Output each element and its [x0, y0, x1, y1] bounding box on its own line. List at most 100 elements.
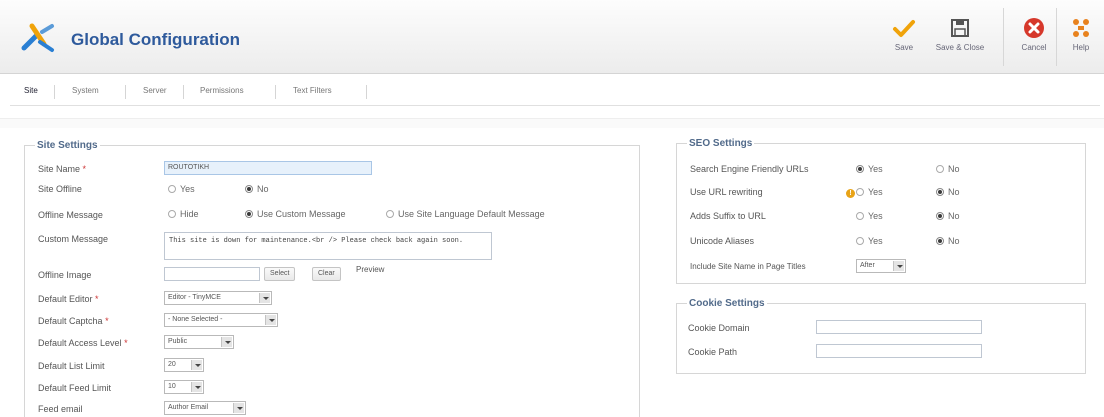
radio-label: Yes [868, 187, 883, 197]
unicode-aliases-no-radio[interactable]: No [936, 236, 960, 246]
radio-dot-selected [245, 210, 253, 218]
radio-dot-selected [245, 185, 253, 193]
chevron-down-icon [893, 261, 904, 271]
chevron-down-icon [191, 382, 202, 392]
tab-divider [366, 85, 367, 99]
select-value: After [860, 262, 875, 269]
chevron-down-icon [259, 293, 270, 303]
required-marker: * [124, 338, 128, 348]
save-and-close-button[interactable]: Save & Close [932, 16, 988, 52]
tab-server[interactable]: Server [143, 86, 167, 95]
site-name-in-titles-label: Include Site Name in Page Titles [690, 262, 806, 271]
feed-email-label: Feed email [38, 404, 83, 414]
radio-dot [856, 212, 864, 220]
offline-message-custom-radio[interactable]: Use Custom Message [245, 209, 346, 219]
default-editor-select[interactable]: Editor - TinyMCE [164, 291, 272, 305]
sef-urls-yes-radio[interactable]: Yes [856, 164, 883, 174]
feed-email-select[interactable]: Author Email [164, 401, 246, 415]
default-captcha-label-text: Default Captcha [38, 316, 103, 326]
default-access-level-label-text: Default Access Level [38, 338, 122, 348]
radio-label: No [948, 187, 960, 197]
cookie-domain-input[interactable] [816, 320, 982, 334]
default-captcha-label: Default Captcha * [38, 316, 109, 326]
radio-dot [856, 188, 864, 196]
cookie-settings-fieldset: Cookie Settings [676, 298, 1086, 374]
tab-divider [275, 85, 276, 99]
toolbar-divider [1056, 8, 1057, 66]
cancel-button[interactable]: Cancel [1018, 16, 1050, 52]
sef-urls-label: Search Engine Friendly URLs [690, 164, 809, 174]
default-list-limit-select[interactable]: 20 [164, 358, 204, 372]
save-label: Save [894, 43, 914, 52]
offline-image-select-button[interactable]: Select [264, 267, 296, 281]
select-value: Public [168, 338, 188, 345]
offline-message-default-radio[interactable]: Use Site Language Default Message [386, 209, 545, 219]
required-marker: * [95, 294, 99, 304]
default-list-limit-label: Default List Limit [38, 361, 105, 371]
default-feed-limit-label: Default Feed Limit [38, 383, 112, 393]
custom-message-textarea[interactable]: This site is down for maintenance.<br />… [164, 232, 492, 260]
select-value: - None Selected - [168, 316, 223, 323]
radio-label: No [948, 164, 960, 174]
chevron-down-icon [265, 315, 276, 325]
save-icon [951, 19, 969, 37]
site-name-in-titles-select[interactable]: After [856, 259, 906, 273]
tab-divider [125, 85, 126, 99]
help-button[interactable]: Help [1066, 16, 1096, 52]
tab-divider [54, 85, 55, 99]
chevron-down-icon [191, 360, 202, 370]
radio-label: Use Custom Message [257, 209, 346, 219]
joomla-logo-icon [21, 23, 54, 52]
page-title: Global Configuration [71, 30, 241, 49]
unicode-aliases-yes-radio[interactable]: Yes [856, 236, 883, 246]
site-offline-yes-radio[interactable]: Yes [168, 184, 195, 194]
help-label: Help [1072, 43, 1090, 52]
radio-label: No [948, 236, 960, 246]
select-value: Editor - TinyMCE [168, 294, 221, 301]
offline-image-clear-button[interactable]: Clear [312, 267, 341, 281]
radio-label: Yes [868, 164, 883, 174]
seo-settings-legend: SEO Settings [689, 138, 753, 149]
sef-urls-no-radio[interactable]: No [936, 164, 960, 174]
site-offline-no-radio[interactable]: No [245, 184, 269, 194]
default-access-level-select[interactable]: Public [164, 335, 234, 349]
url-rewriting-no-radio[interactable]: No [936, 187, 960, 197]
tab-text-filters[interactable]: Text Filters [293, 86, 332, 95]
offline-image-input[interactable] [164, 267, 260, 281]
default-feed-limit-select[interactable]: 10 [164, 380, 204, 394]
cookie-path-label: Cookie Path [688, 347, 738, 357]
save-button[interactable]: Save [890, 16, 918, 52]
custom-message-label: Custom Message [38, 234, 109, 244]
offline-image-preview-label: Preview [356, 265, 385, 274]
offline-image-label: Offline Image [38, 270, 92, 280]
default-editor-label: Default Editor * [38, 294, 99, 304]
toolbar-divider [1003, 8, 1004, 66]
radio-label: No [948, 211, 960, 221]
chevron-down-icon [221, 337, 232, 347]
cookie-path-input[interactable] [816, 344, 982, 358]
site-name-input[interactable]: ROUTOTIKH [164, 161, 372, 175]
suffix-to-url-yes-radio[interactable]: Yes [856, 211, 883, 221]
offline-message-label: Offline Message [38, 210, 103, 220]
save-and-close-label: Save & Close [935, 43, 985, 52]
tab-system[interactable]: System [72, 86, 99, 95]
radio-label: Use Site Language Default Message [398, 209, 545, 219]
required-marker: * [82, 164, 87, 174]
default-editor-label-text: Default Editor [38, 294, 93, 304]
url-rewriting-yes-radio[interactable]: ! Yes [846, 187, 883, 198]
tab-site[interactable]: Site [24, 86, 38, 95]
toolbar-header: Global Configuration Save Save & Close C… [0, 0, 1104, 74]
site-offline-label: Site Offline [38, 184, 82, 194]
radio-dot-selected [936, 188, 944, 196]
offline-message-hide-radio[interactable]: Hide [168, 209, 199, 219]
chevron-down-icon [233, 403, 244, 413]
default-captcha-select[interactable]: - None Selected - [164, 313, 278, 327]
default-access-level-label: Default Access Level * [38, 338, 128, 348]
cookie-settings-legend: Cookie Settings [689, 298, 765, 309]
suffix-to-url-no-radio[interactable]: No [936, 211, 960, 221]
site-name-label-text: Site Name [38, 164, 81, 174]
radio-label: No [257, 184, 269, 194]
unicode-aliases-label: Unicode Aliases [690, 236, 755, 246]
tab-divider [183, 85, 184, 99]
tab-permissions[interactable]: Permissions [200, 86, 244, 95]
